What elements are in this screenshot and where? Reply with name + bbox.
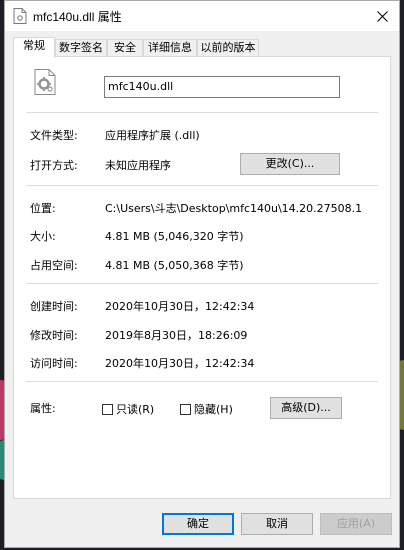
hidden-label: 隐藏(H) [194, 403, 233, 416]
created-label: 创建时间: [30, 300, 78, 313]
close-icon [376, 10, 388, 22]
tab-digital-signatures[interactable]: 数字签名 [55, 39, 107, 57]
close-button[interactable] [365, 1, 399, 31]
properties-dialog: mfc140u.dll 属性 常规 数字签名 安全 详细信息 以前的版本 mfc… [4, 0, 400, 548]
dll-file-icon [34, 69, 56, 95]
divider [26, 185, 378, 186]
created-value: 2020年10月30日，12:42:34 [105, 300, 255, 313]
modified-value: 2019年8月30日，18:26:09 [105, 329, 248, 342]
checkbox-box[interactable] [180, 403, 191, 415]
file-type-value: 应用程序扩展 (.dll) [105, 129, 200, 142]
file-name-field[interactable]: mfc140u.dll [104, 76, 340, 98]
general-tab-panel: mfc140u.dll 文件类型: 应用程序扩展 (.dll) 打开方式: 未知… [13, 56, 391, 499]
hidden-checkbox[interactable]: 隐藏(H) [180, 401, 233, 417]
tab-details[interactable]: 详细信息 [143, 39, 197, 57]
tab-previous-versions[interactable]: 以前的版本 [197, 39, 259, 57]
open-with-label: 打开方式: [30, 159, 78, 172]
size-on-disk-value: 4.81 MB (5,050,368 字节) [105, 259, 244, 272]
location-label: 位置: [30, 202, 56, 215]
advanced-button[interactable]: 高级(D)... [270, 397, 342, 419]
file-type-label: 文件类型: [30, 129, 78, 142]
readonly-label: 只读(R) [116, 403, 155, 416]
accessed-value: 2020年10月30日，12:42:34 [105, 357, 255, 370]
window-title: mfc140u.dll 属性 [33, 10, 122, 24]
checkbox-box[interactable] [102, 403, 113, 415]
title-bar[interactable]: mfc140u.dll 属性 [5, 1, 399, 31]
size-label: 大小: [30, 230, 56, 243]
modified-label: 修改时间: [30, 329, 78, 342]
divider [26, 381, 378, 382]
ok-button[interactable]: 确定 [162, 513, 234, 535]
apply-button[interactable]: 应用(A) [320, 513, 392, 535]
tab-general[interactable]: 常规 [13, 37, 55, 58]
location-value: C:\Users\斗志\Desktop\mfc140u\14.20.27508.… [105, 202, 363, 215]
size-value: 4.81 MB (5,046,320 字节) [105, 230, 244, 243]
accessed-label: 访问时间: [30, 357, 78, 370]
attributes-label: 属性: [30, 402, 56, 415]
readonly-checkbox[interactable]: 只读(R) [102, 401, 154, 417]
divider [26, 112, 378, 113]
tab-security[interactable]: 安全 [107, 39, 143, 57]
change-button[interactable]: 更改(C)... [240, 153, 340, 175]
size-on-disk-label: 占用空间: [30, 259, 78, 272]
divider [26, 283, 378, 284]
open-with-value: 未知应用程序 [105, 159, 171, 172]
file-document-icon [13, 8, 27, 24]
cancel-button[interactable]: 取消 [241, 513, 313, 535]
